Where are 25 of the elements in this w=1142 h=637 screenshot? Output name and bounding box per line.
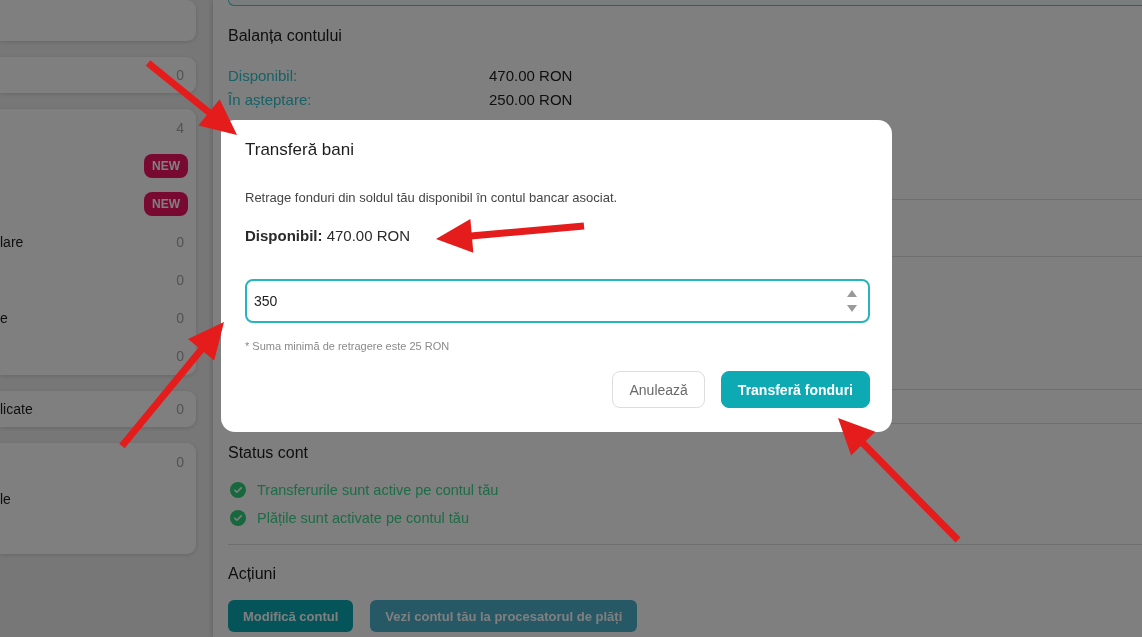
dialog-title: Transferă bani	[245, 139, 354, 161]
transfer-button[interactable]: Transferă fonduri	[720, 371, 870, 408]
section-title: Status cont	[228, 443, 309, 463]
balance-label: Disponibil:	[228, 66, 298, 86]
sidebar-item-label[interactable]: e	[0, 310, 8, 326]
balance-value: 470.00 RON	[489, 66, 573, 86]
balance-label: În așteptare:	[228, 90, 312, 110]
amount-input[interactable]: 350	[245, 279, 870, 323]
available-balance: Disponibil: 470.00 RON	[245, 226, 411, 246]
new-badge: NEW	[144, 154, 188, 178]
section-title: Balanța contului	[228, 26, 342, 46]
sidebar-item-label[interactable]: le	[0, 490, 11, 507]
sidebar-item-label[interactable]: lare	[0, 234, 24, 250]
dialog-description: Retrage fonduri din soldul tău disponibil în contul bancar asociat.	[245, 189, 618, 207]
status-text: Transferurile sunt active pe contul tău	[257, 482, 499, 498]
up-down-arrows-icon[interactable]	[847, 290, 857, 312]
new-badge: NEW	[144, 192, 188, 216]
section-title: Acțiuni	[228, 564, 277, 584]
sidebar-item-label[interactable]: licate	[0, 401, 33, 417]
hint-text: * Suma minimă de retragere este 25 RON	[245, 339, 450, 353]
balance-value: 250.00 RON	[489, 90, 573, 110]
status-text: Plățile sunt activate pe contul tău	[257, 510, 469, 526]
cancel-button[interactable]: Anulează	[612, 371, 705, 408]
check-circle-icon	[230, 482, 246, 498]
check-circle-icon	[230, 510, 246, 526]
